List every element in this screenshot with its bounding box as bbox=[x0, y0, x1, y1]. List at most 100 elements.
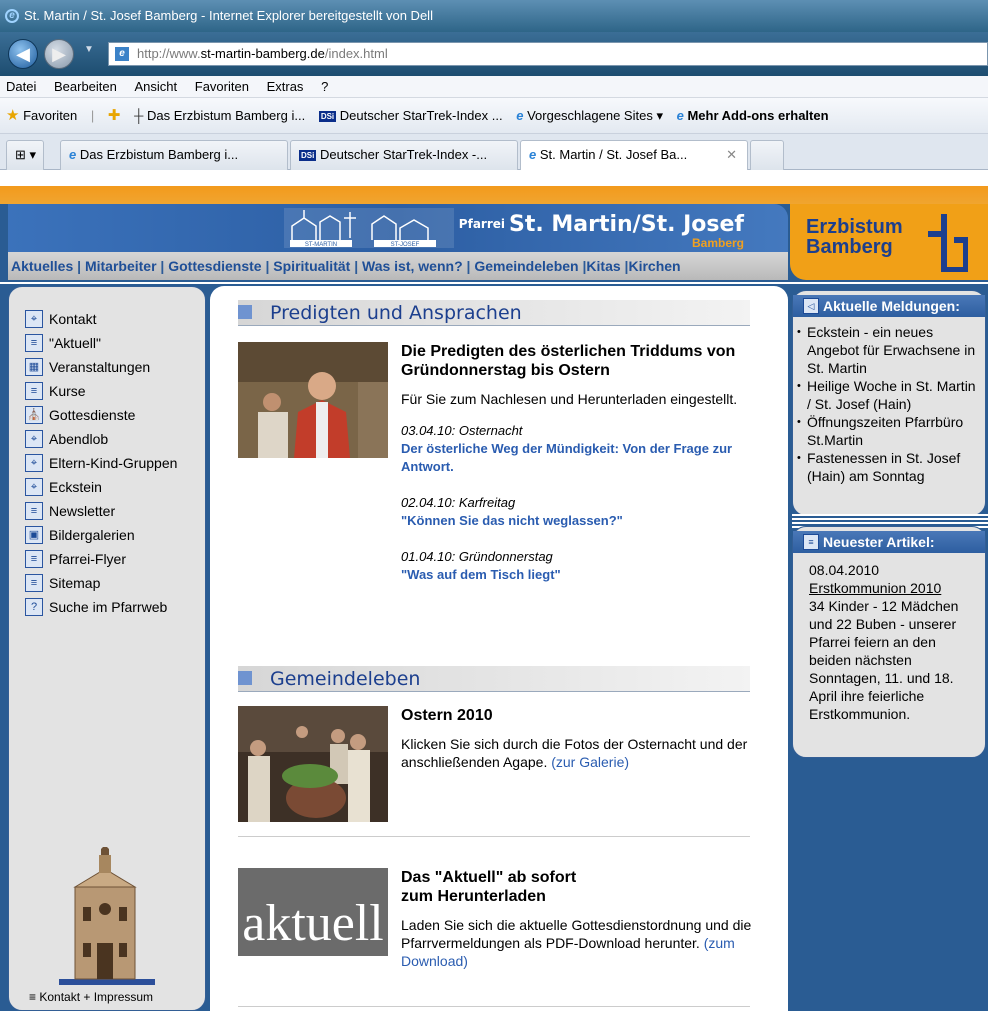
address-path: /index.html bbox=[324, 46, 388, 61]
nav-aktuelles[interactable]: Aktuelles bbox=[11, 258, 73, 274]
sidebar-item-label: Sitemap bbox=[49, 575, 101, 591]
sidebar-item-sitemap[interactable]: ≡ Sitemap bbox=[25, 571, 205, 595]
back-button[interactable]: ◀ bbox=[8, 39, 38, 69]
erzbistum-cross-icon bbox=[928, 214, 968, 272]
sermon-link[interactable]: "Können Sie das nicht weglassen?" bbox=[401, 512, 766, 530]
favorites-label: Favoriten bbox=[23, 108, 78, 123]
top-orange-bar bbox=[0, 186, 988, 204]
impressum-link[interactable]: ≡ Kontakt + Impressum bbox=[29, 990, 153, 1004]
history-dropdown-icon[interactable]: ▼ bbox=[84, 44, 94, 55]
menu-bearbeiten[interactable]: Bearbeiten bbox=[54, 76, 117, 98]
divider bbox=[238, 1006, 750, 1007]
left-sidebar: ⌖ Kontakt ≡ "Aktuell" ▦ Veranstaltungen ≡ Ku… bbox=[8, 286, 206, 1011]
menu-ansicht[interactable]: Ansicht bbox=[135, 76, 178, 98]
favorites-button[interactable]: ★ Favoriten bbox=[6, 98, 78, 133]
article-aktuell-download: Das "Aktuell" ab sofort zum Herunterladen… bbox=[401, 868, 766, 970]
megaphone-icon: ◁ bbox=[803, 298, 819, 314]
ie-icon: e bbox=[69, 147, 77, 162]
sidebar-item-bildergalerien[interactable]: ▣ Bildergalerien bbox=[25, 523, 205, 547]
sermon-photo[interactable] bbox=[238, 342, 388, 458]
article-box: ≡ Neuester Artikel: 08.04.2010 Erstkommun… bbox=[792, 526, 986, 758]
section-header-predigten: Predigten und Ansprachen bbox=[238, 300, 750, 326]
news-item[interactable]: Eckstein - ein neues Angebot für Erwachs… bbox=[797, 323, 981, 377]
logo-label-st-martin: ST-MARTIN bbox=[305, 242, 337, 248]
article-title: Die Predigten des österlichen Triddums v… bbox=[401, 343, 736, 379]
new-tab-button[interactable] bbox=[750, 140, 784, 170]
sidebar-item-suche[interactable]: ? Suche im Pfarrweb bbox=[25, 595, 205, 619]
nav-kirchen[interactable]: Kirchen bbox=[628, 258, 680, 274]
sidebar-item-aktuell[interactable]: ≡ "Aktuell" bbox=[25, 331, 205, 355]
sidebar-item-eckstein[interactable]: ⌖ Eckstein bbox=[25, 475, 205, 499]
newest-article: 08.04.2010 Erstkommunion 2010 34 Kinder … bbox=[809, 561, 977, 723]
page-icon: e bbox=[115, 47, 129, 61]
address-bar[interactable]: e http://www.st-martin-bamberg.de/index.… bbox=[108, 42, 988, 66]
sidebar-item-kontakt[interactable]: ⌖ Kontakt bbox=[25, 307, 205, 331]
separator: | bbox=[90, 108, 95, 123]
close-tab-icon[interactable]: ✕ bbox=[726, 141, 737, 169]
address-domain: st-martin-bamberg.de bbox=[200, 46, 325, 61]
aktuell-logo-image[interactable]: aktuell bbox=[238, 868, 388, 956]
church-logo-icon: ST-MARTIN ST-JOSEF bbox=[284, 208, 454, 248]
sidebar-item-label: Newsletter bbox=[49, 503, 116, 519]
article-predigten: Die Predigten des österlichen Triddums v… bbox=[401, 342, 766, 584]
sermon-link[interactable]: Der österliche Weg der Mündigkeit: Von d… bbox=[401, 440, 766, 476]
sermon-date: 01.04.10: Gründonnerstag bbox=[401, 549, 553, 564]
forward-button[interactable]: ▶ bbox=[44, 39, 74, 69]
section-square-icon bbox=[238, 305, 252, 319]
sidebar-item-label: Kontakt bbox=[49, 311, 97, 327]
sidebar-item-gottesdienste[interactable]: ⛪ Gottesdienste bbox=[25, 403, 205, 427]
easter-photo[interactable] bbox=[238, 706, 388, 822]
tab-startrek[interactable]: DSi Deutscher StarTrek-Index -... bbox=[290, 140, 518, 170]
sermon-link[interactable]: "Was auf dem Tisch liegt" bbox=[401, 566, 766, 584]
nav-gemeindeleben[interactable]: Gemeindeleben bbox=[474, 258, 578, 274]
menu-datei[interactable]: Datei bbox=[6, 76, 36, 98]
sidebar-item-eltern-kind-gruppen[interactable]: ⌖ Eltern-Kind-Gruppen bbox=[25, 451, 205, 475]
article-text: Für Sie zum Nachlesen und Herunterladen … bbox=[401, 391, 738, 407]
article-link[interactable]: Erstkommunion 2010 bbox=[809, 579, 977, 597]
sidebar-item-abendlob[interactable]: ⌖ Abendlob bbox=[25, 427, 205, 451]
fav-label-erzbistum: Das Erzbistum Bamberg i... bbox=[146, 108, 306, 123]
section-title: Predigten und Ansprachen bbox=[270, 302, 522, 324]
favorites-bar: ★ Favoriten | ✚ ┼ Das Erzbistum Bamberg … bbox=[0, 98, 988, 134]
gallery-link[interactable]: (zur Galerie) bbox=[551, 754, 629, 770]
tab-erzbistum[interactable]: e Das Erzbistum Bamberg i... bbox=[60, 140, 288, 170]
fav-label-addons: Mehr Add-ons erhalten bbox=[687, 108, 829, 123]
tab-st-martin[interactable]: e St. Martin / St. Josef Ba... ✕ bbox=[520, 140, 748, 170]
fav-link-addons[interactable]: e Mehr Add-ons erhalten bbox=[677, 98, 829, 133]
document-icon: ≡ bbox=[25, 382, 43, 400]
logo-label-st-josef: ST-JOSEF bbox=[391, 242, 420, 248]
main-content: Predigten und Ansprachen Die Predigten d… bbox=[210, 286, 788, 1011]
address-prefix: http://www. bbox=[137, 46, 201, 61]
sidebar-item-veranstaltungen[interactable]: ▦ Veranstaltungen bbox=[25, 355, 205, 379]
nav-spiritualitaet[interactable]: Spiritualität bbox=[273, 258, 350, 274]
sidebar-item-newsletter[interactable]: ≡ Newsletter bbox=[25, 499, 205, 523]
quick-tabs-button[interactable]: ⊞ ▾ bbox=[6, 140, 44, 170]
article-header: ≡ Neuester Artikel: bbox=[793, 531, 985, 553]
section-title: Gemeindeleben bbox=[270, 668, 421, 690]
menu-help[interactable]: ? bbox=[321, 76, 328, 98]
news-item[interactable]: Heilige Woche in St. Martin / St. Josef … bbox=[797, 377, 981, 413]
nav-gottesdienste[interactable]: Gottesdienste bbox=[168, 258, 261, 274]
news-item[interactable]: Fastenessen in St. Josef (Hain) am Sonnt… bbox=[797, 449, 981, 485]
fav-link-startrek[interactable]: DSi Deutscher StarTrek-Index ... bbox=[318, 98, 503, 133]
add-favorite-icon[interactable]: ✚ bbox=[108, 98, 121, 133]
news-item[interactable]: Öffnungszeiten Pfarrbüro St.Martin bbox=[797, 413, 981, 449]
erzbistum-cross-icon: ┼ bbox=[134, 108, 144, 123]
sidebar-item-pfarrei-flyer[interactable]: ≡ Pfarrei-Flyer bbox=[25, 547, 205, 571]
sidebar-item-kurse[interactable]: ≡ Kurse bbox=[25, 379, 205, 403]
nav-mitarbeiter[interactable]: Mitarbeiter bbox=[85, 258, 157, 274]
sidebar-item-label: "Aktuell" bbox=[49, 335, 101, 351]
nav-was-ist-wenn[interactable]: Was ist, wenn? bbox=[362, 258, 463, 274]
tab-label: Das Erzbistum Bamberg i... bbox=[79, 147, 239, 162]
fav-link-erzbistum[interactable]: ┼ Das Erzbistum Bamberg i... bbox=[134, 98, 306, 133]
news-header: ◁ Aktuelle Meldungen: bbox=[793, 295, 985, 317]
menu-favoriten[interactable]: Favoriten bbox=[195, 76, 249, 98]
nav-kitas[interactable]: Kitas bbox=[586, 258, 620, 274]
main-navigation: Aktuelles | Mitarbeiter | Gottesdienste … bbox=[8, 252, 788, 280]
erzbistum-logo[interactable]: Erzbistum Bamberg bbox=[790, 204, 988, 280]
sidebar-item-label: Pfarrei-Flyer bbox=[49, 551, 127, 567]
fav-link-suggested[interactable]: e Vorgeschlagene Sites ▾ bbox=[516, 98, 663, 133]
document-icon: ≡ bbox=[25, 550, 43, 568]
document-icon: ≡ bbox=[803, 534, 819, 550]
menu-extras[interactable]: Extras bbox=[267, 76, 304, 98]
